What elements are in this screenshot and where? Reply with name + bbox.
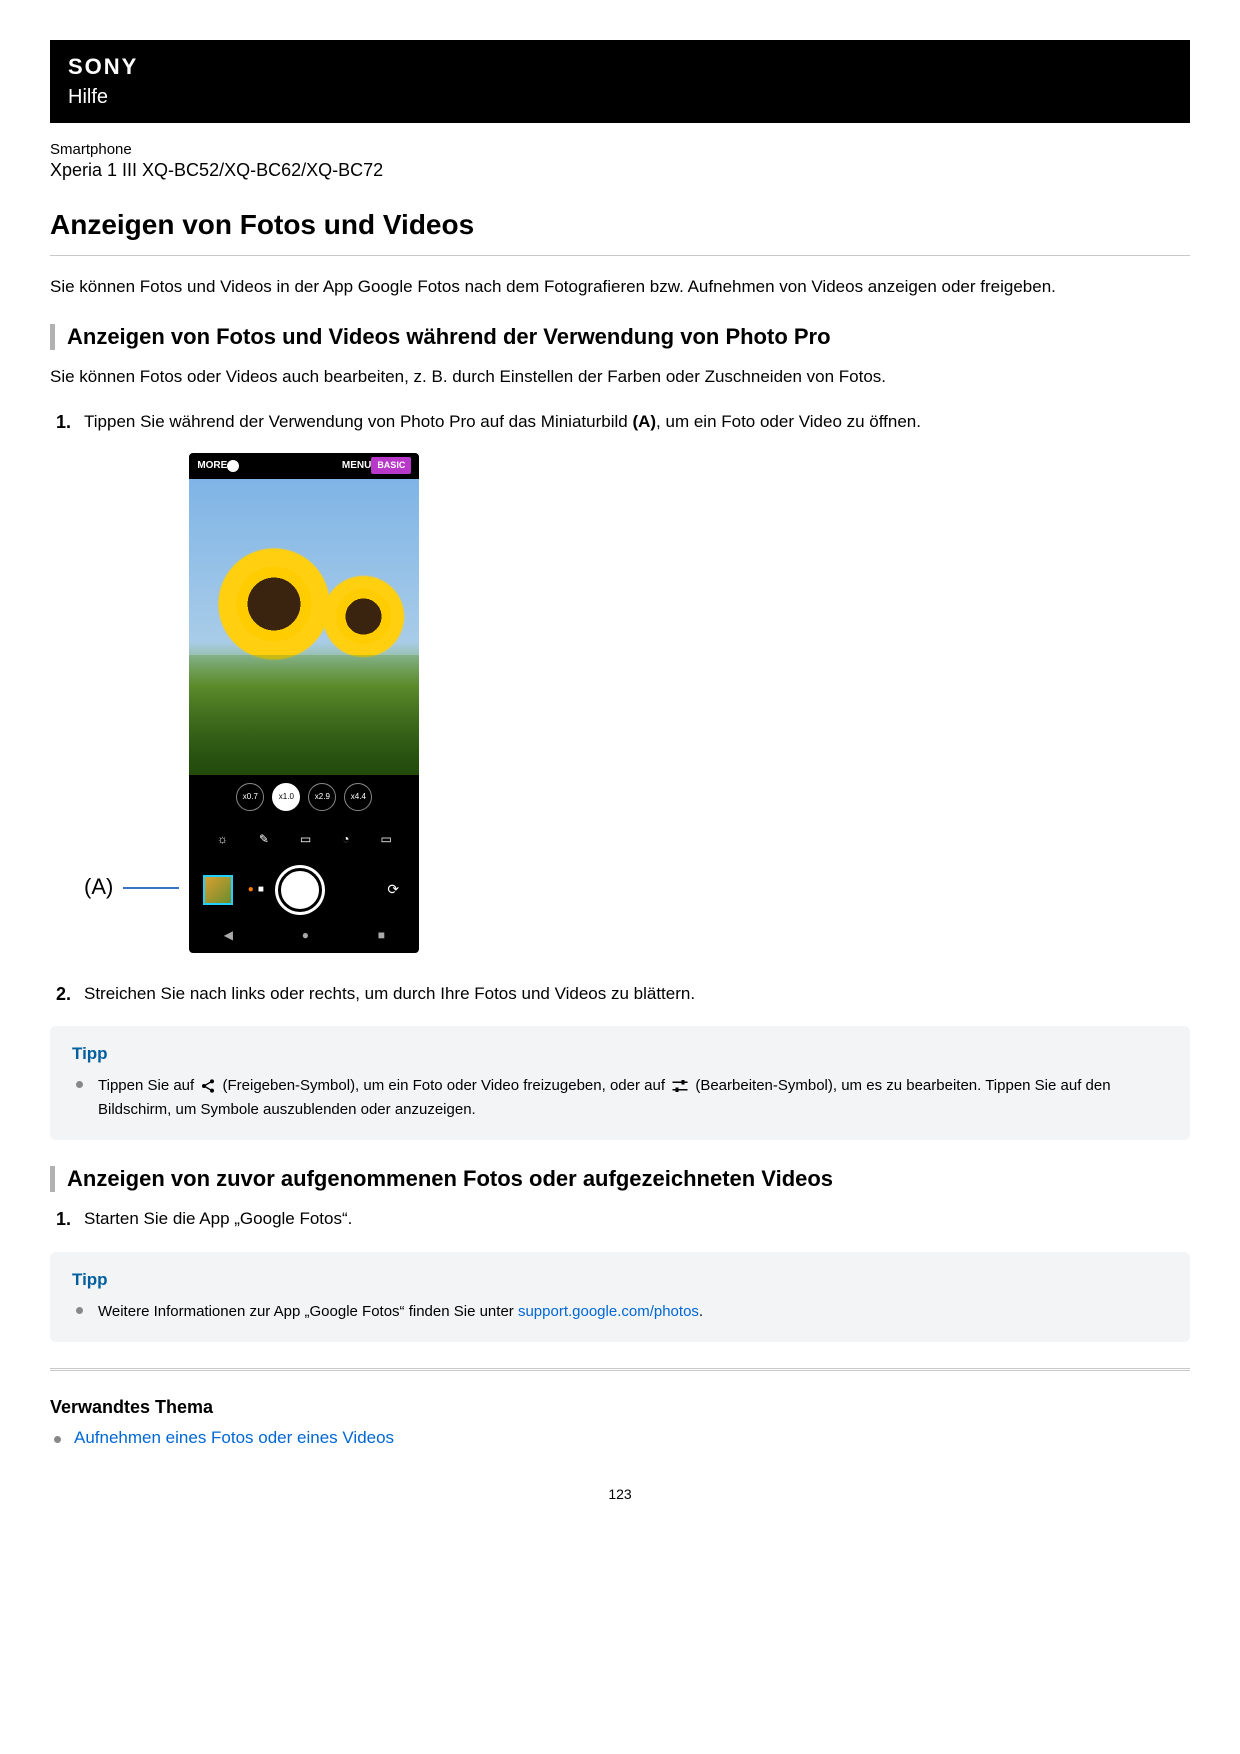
related-list: Aufnehmen eines Fotos oder eines Videos xyxy=(50,1428,1190,1448)
tip-item: Tippen Sie auf (Freigeben-Symbol), um ei… xyxy=(90,1074,1168,1122)
page-title: Anzeigen von Fotos und Videos xyxy=(50,209,1190,241)
shutter-button-icon xyxy=(278,868,322,912)
timer-icon: ◔ xyxy=(342,830,349,848)
help-label: Hilfe xyxy=(68,86,1172,109)
steps-list-1: Tippen Sie während der Verwendung von Ph… xyxy=(50,409,1190,1006)
tip-title: Tipp xyxy=(72,1044,1168,1064)
step-2: Streichen Sie nach links oder rechts, um… xyxy=(50,981,1190,1007)
callout-line xyxy=(123,887,179,889)
section-divider xyxy=(50,1368,1190,1371)
nav-home-icon: ● xyxy=(302,926,309,944)
tip-list: Weitere Informationen zur App „Google Fo… xyxy=(72,1300,1168,1324)
thumbnail-a xyxy=(203,875,233,905)
nav-recent-icon: ■ xyxy=(378,926,385,944)
related-link[interactable]: Aufnehmen eines Fotos oder eines Videos xyxy=(74,1428,394,1447)
nav-row: ◀ ● ■ xyxy=(189,921,419,949)
tip1-before: Tippen Sie auf xyxy=(98,1077,198,1094)
support-link[interactable]: support.google.com/photos xyxy=(518,1303,699,1320)
step1-bold: (A) xyxy=(632,412,656,431)
callout-a-label: (A) xyxy=(84,870,113,953)
more-label: MORE xyxy=(197,458,227,473)
edit-sliders-icon xyxy=(671,1078,689,1094)
step1-text-before: Tippen Sie während der Verwendung von Ph… xyxy=(84,412,632,431)
figure: (A) MORE MENU BASIC x0.7 x1.0 xyxy=(84,453,1190,953)
tip-box-2: Tipp Weitere Informationen zur App „Goog… xyxy=(50,1252,1190,1342)
intro-text: Sie können Fotos und Videos in der App G… xyxy=(50,274,1190,300)
device-model: Xperia 1 III XQ-BC52/XQ-BC62/XQ-BC72 xyxy=(50,160,1190,181)
related-heading: Verwandtes Thema xyxy=(50,1397,1190,1418)
zoom-option: x2.9 xyxy=(308,783,336,811)
share-icon xyxy=(200,1078,216,1094)
tip-list: Tippen Sie auf (Freigeben-Symbol), um ei… xyxy=(72,1074,1168,1122)
tip-box-1: Tipp Tippen Sie auf (Freigeben-Symbol), … xyxy=(50,1026,1190,1140)
switch-camera-icon: ⟳ xyxy=(381,878,405,902)
zoom-option: x4.4 xyxy=(344,783,372,811)
menu-label: MENU xyxy=(342,458,371,473)
zoom-option: x0.7 xyxy=(236,783,264,811)
header-bar: SONY Hilfe xyxy=(50,40,1190,123)
settings-dot-icon xyxy=(227,460,239,472)
tip-item: Weitere Informationen zur App „Google Fo… xyxy=(90,1300,1168,1324)
drop-icon: ✎ xyxy=(259,830,269,848)
tip1-mid: (Freigeben-Symbol), um ein Foto oder Vid… xyxy=(223,1077,670,1094)
steps-list-2: Starten Sie die App „Google Fotos“. xyxy=(50,1206,1190,1232)
section2-heading: Anzeigen von zuvor aufgenommenen Fotos o… xyxy=(50,1166,1190,1192)
breadcrumb: Smartphone xyxy=(50,141,1190,158)
brightness-icon: ☼ xyxy=(217,830,228,848)
related-item: Aufnehmen eines Fotos oder eines Videos xyxy=(68,1428,1190,1448)
brand-logo: SONY xyxy=(68,54,1172,80)
section1-paragraph: Sie können Fotos oder Videos auch bearbe… xyxy=(50,364,1190,390)
viewfinder xyxy=(189,479,419,775)
page-number: 123 xyxy=(50,1486,1190,1502)
step1-text-after: , um ein Foto oder Video zu öffnen. xyxy=(656,412,921,431)
mode-indicator: ● ■ xyxy=(248,882,264,897)
capture-row: ● ■ ⟳ xyxy=(189,863,419,917)
settings-icon-row: ☼ ✎ ▭ ◔ ▭ xyxy=(189,821,419,857)
section1-heading: Anzeigen von Fotos und Videos während de… xyxy=(50,324,1190,350)
tip2-before: Weitere Informationen zur App „Google Fo… xyxy=(98,1303,518,1320)
zoom-row: x0.7 x1.0 x2.9 x4.4 xyxy=(189,779,419,815)
drive-mode-icon: ▭ xyxy=(300,830,311,848)
zoom-option: x1.0 xyxy=(272,783,300,811)
phone-topbar: MORE MENU BASIC xyxy=(189,453,419,479)
mode-badge: BASIC xyxy=(371,457,411,475)
nav-back-icon: ◀ xyxy=(224,926,233,944)
step-1: Tippen Sie während der Verwendung von Ph… xyxy=(50,409,1190,953)
phone-screenshot: MORE MENU BASIC x0.7 x1.0 x2.9 x4.4 xyxy=(189,453,419,953)
sunflower-icon xyxy=(219,549,329,659)
step-1b: Starten Sie die App „Google Fotos“. xyxy=(50,1206,1190,1232)
sunflower-icon xyxy=(326,579,401,654)
foliage xyxy=(189,655,419,775)
aspect-icon: ▭ xyxy=(380,830,391,848)
divider xyxy=(50,255,1190,256)
tip2-after: . xyxy=(699,1303,703,1320)
tip-title: Tipp xyxy=(72,1270,1168,1290)
